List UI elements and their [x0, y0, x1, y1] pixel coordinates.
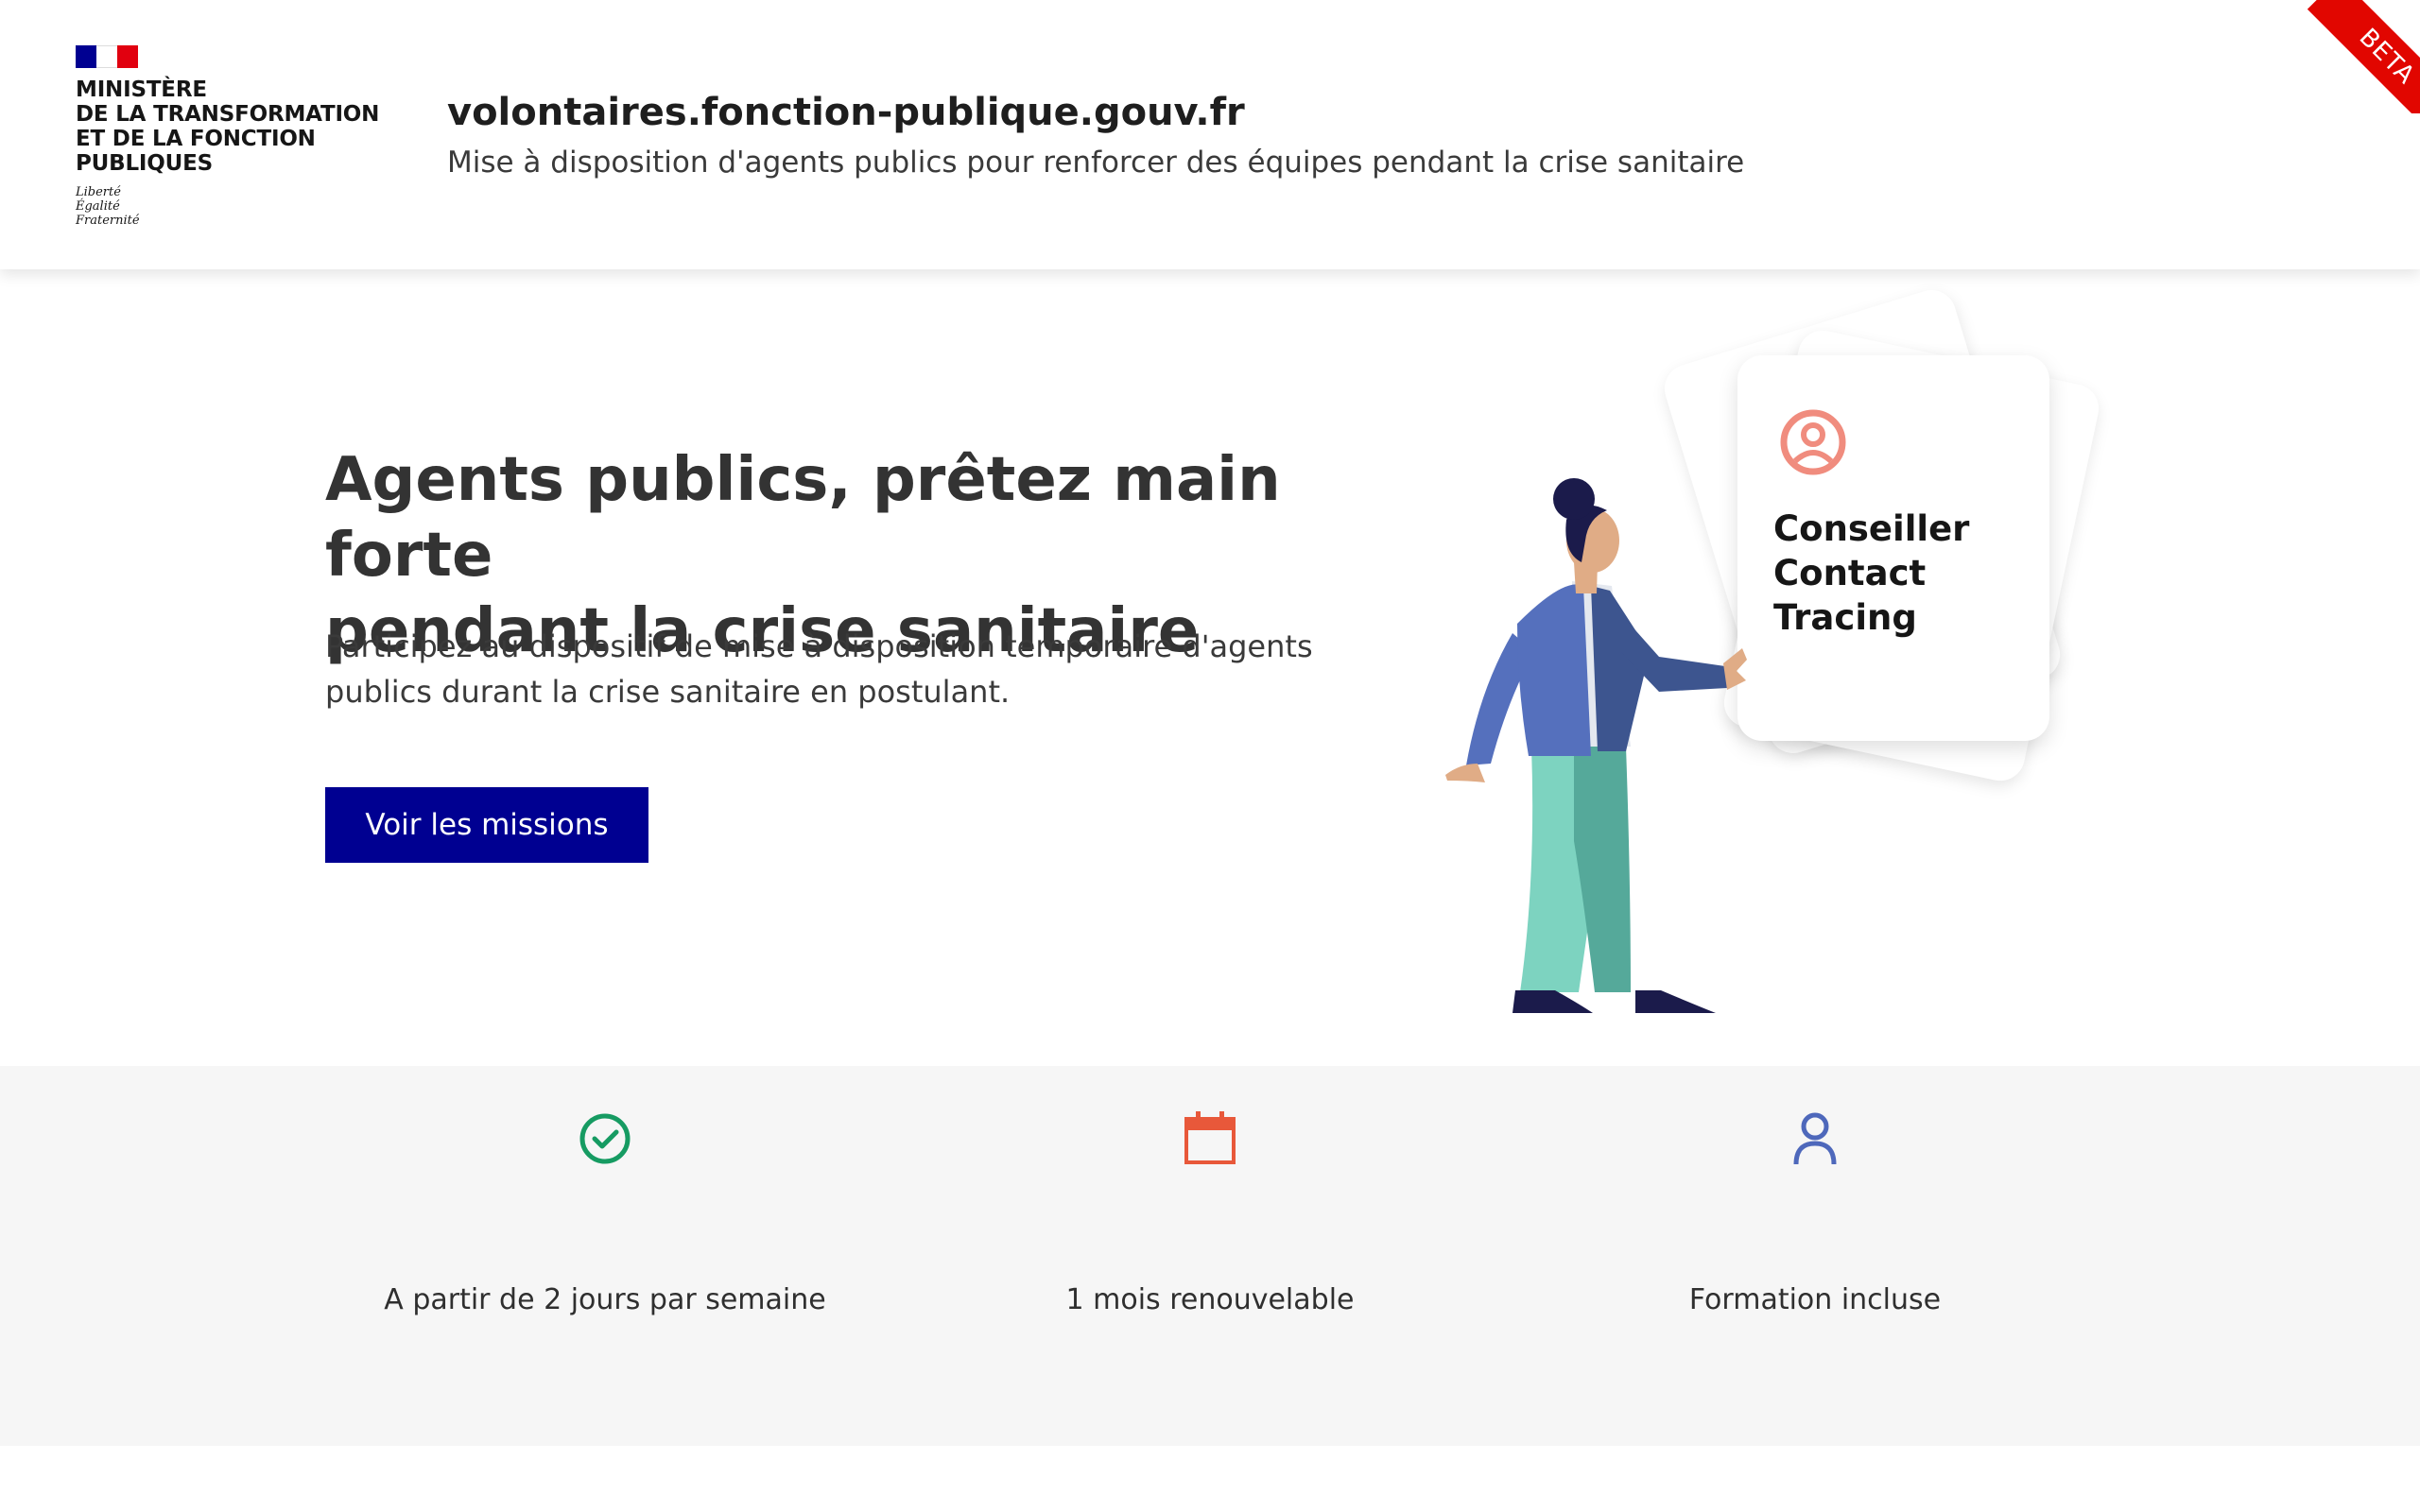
check-circle-icon [579, 1113, 631, 1164]
user-icon [1793, 1112, 1837, 1165]
woman-illustration [1445, 478, 1747, 1013]
view-missions-button[interactable]: Voir les missions [325, 787, 648, 863]
feature-label: Formation incluse [1688, 1283, 1942, 1316]
feature-label: A partir de 2 jours par semaine [384, 1283, 826, 1316]
site-header: MINISTÈRE DE LA TRANSFORMATION ET DE LA … [0, 0, 2420, 269]
site-subtitle: Mise à disposition d'agents publics pour… [447, 146, 1745, 180]
beta-label: BETA [2307, 0, 2420, 113]
feature-item: 1 mois renouvelable [926, 1066, 1494, 1446]
features-band: A partir de 2 jours par semaine 1 mois r… [0, 1066, 2420, 1446]
hero-description: Participez au dispositif de mise à dispo… [325, 628, 1313, 710]
mission-card-label: Conseiller Contact Tracing [1773, 508, 1970, 638]
ministry-logo[interactable]: MINISTÈRE DE LA TRANSFORMATION ET DE LA … [76, 45, 388, 228]
feature-item: A partir de 2 jours par semaine [321, 1066, 889, 1446]
mission-card: Conseiller Contact Tracing [1737, 355, 2049, 741]
user-circle-icon [1780, 409, 1846, 475]
beta-ribbon: BETA [2307, 0, 2420, 113]
calendar-icon [1184, 1111, 1236, 1164]
ministry-name: MINISTÈRE DE LA TRANSFORMATION ET DE LA … [76, 77, 380, 176]
site-title[interactable]: volontaires.fonction-publique.gouv.fr [447, 91, 1245, 134]
feature-item: Formation incluse [1531, 1066, 2099, 1446]
republic-motto: Liberté Égalité Fraternité [76, 185, 140, 228]
feature-label: 1 mois renouvelable [1065, 1283, 1355, 1316]
french-flag-icon [76, 45, 138, 68]
